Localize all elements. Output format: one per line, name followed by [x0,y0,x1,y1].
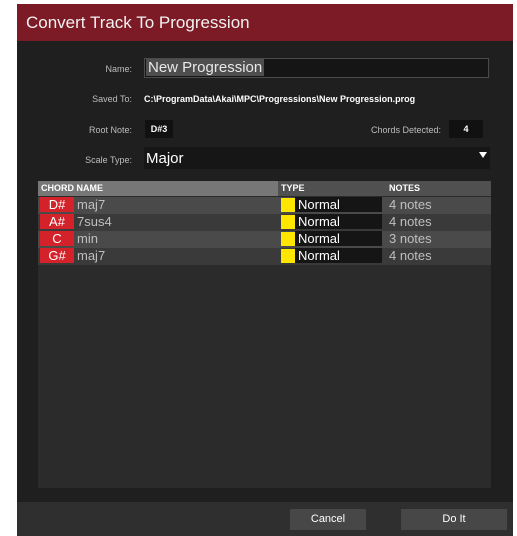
scale-type-label: Scale Type: [85,155,132,165]
chord-notes-count: 4 notes [389,248,432,263]
table-row[interactable]: G# maj7 Normal 4 notes [38,248,491,265]
chord-type-field[interactable]: Normal [295,197,382,212]
type-color-swatch[interactable] [281,198,295,212]
scale-type-select[interactable]: Major [144,147,490,169]
convert-track-dialog: Convert Track To Progression Name: New P… [17,4,513,536]
name-value: New Progression [146,59,265,76]
chord-root-badge: A# [40,214,74,229]
name-label: Name: [105,64,132,74]
dialog-title: Convert Track To Progression [26,13,250,32]
chord-notes-count: 4 notes [389,197,432,212]
column-header-type[interactable]: TYPE [281,183,305,193]
do-it-button[interactable]: Do It [401,509,507,530]
chord-quality: 7sus4 [77,214,112,229]
table-row[interactable]: C min Normal 3 notes [38,231,491,248]
table-row[interactable]: D# maj7 Normal 4 notes [38,197,491,214]
title-bar: Convert Track To Progression [17,4,513,41]
chord-type-field[interactable]: Normal [295,214,382,229]
chord-quality: maj7 [77,248,106,263]
cancel-button[interactable]: Cancel [290,509,366,530]
type-color-swatch[interactable] [281,215,295,229]
chords-detected-label: Chords Detected: [370,125,441,135]
table-row[interactable]: A# 7sus4 Normal 4 notes [38,214,491,231]
chord-notes-count: 4 notes [389,214,432,229]
chord-table: CHORD NAME TYPE NOTES D# maj7 Normal 4 n… [38,181,491,488]
root-note-value[interactable]: D#3 [145,120,173,138]
name-input[interactable]: New Progression [144,58,489,78]
chord-root-badge: G# [40,248,74,263]
chord-quality: maj7 [77,197,106,212]
root-note-label: Root Note: [88,125,132,135]
chords-detected-value: 4 [449,120,483,138]
type-color-swatch[interactable] [281,249,295,263]
saved-to-label: Saved To: [92,94,132,104]
column-header-notes[interactable]: NOTES [389,183,420,193]
table-header: CHORD NAME TYPE NOTES [38,181,491,196]
chord-root-badge: D# [40,197,74,212]
chord-type-field[interactable]: Normal [295,231,382,246]
saved-to-path: C:\ProgramData\Akai\MPC\Progressions\New… [144,94,416,104]
chord-type-field[interactable]: Normal [295,248,382,263]
chord-notes-count: 3 notes [389,231,432,246]
type-color-swatch[interactable] [281,232,295,246]
column-header-chord-name[interactable]: CHORD NAME [41,183,103,193]
scale-type-value: Major [146,150,184,167]
chord-root-badge: C [40,231,74,246]
chord-quality: min [77,231,98,246]
chevron-down-icon [479,152,487,158]
dialog-footer: Cancel Do It [17,502,513,536]
